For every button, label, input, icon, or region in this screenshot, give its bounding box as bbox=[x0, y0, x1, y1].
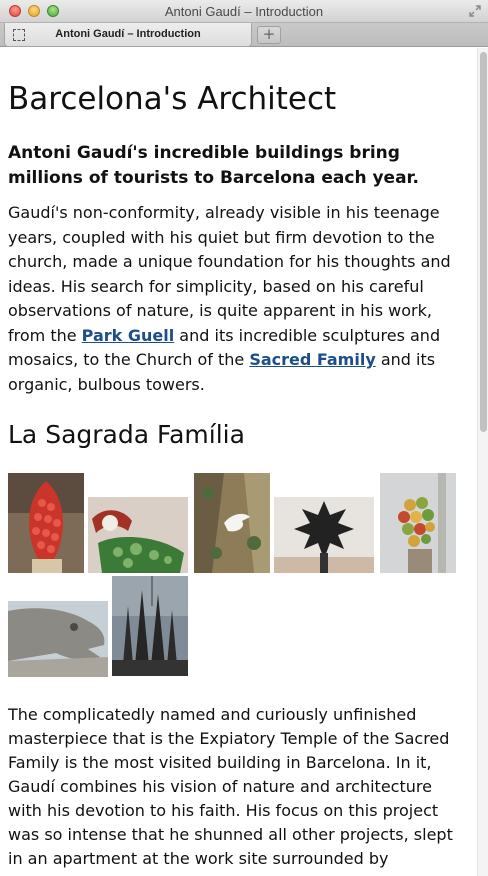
tab-antoni-gaudi[interactable]: Antoni Gaudí – Introduction bbox=[4, 23, 252, 47]
page-title: Barcelona's Architect bbox=[8, 81, 337, 117]
new-tab-button[interactable]: + bbox=[257, 26, 281, 44]
gallery-photo-dove-relief[interactable] bbox=[194, 473, 270, 573]
page-content: Barcelona's Architect Antoni Gaudí's inc… bbox=[8, 48, 470, 871]
sacred-family-link[interactable]: Sacred Family bbox=[249, 350, 375, 369]
sagrada-familia-paragraph: The complicatedly named and curiously un… bbox=[8, 705, 453, 868]
tab-bar: Antoni Gaudí – Introduction + bbox=[0, 23, 488, 47]
gallery-photo-gargoyle[interactable] bbox=[8, 601, 108, 677]
window-titlebar: Antoni Gaudí – Introduction bbox=[0, 0, 488, 23]
intro-paragraph: Gaudí's non-conformity, already visible … bbox=[8, 201, 470, 397]
intro-text-start: Gaudí's non-conformity, already visible … bbox=[8, 203, 451, 345]
photo-gallery bbox=[8, 473, 470, 693]
window-title: Antoni Gaudí – Introduction bbox=[164, 4, 324, 19]
gallery-photo-lizard-mosaic[interactable] bbox=[88, 497, 188, 573]
vertical-scrollbar[interactable] bbox=[477, 48, 488, 876]
section-heading: La Sagrada Família bbox=[8, 420, 245, 449]
scrollbar-thumb[interactable] bbox=[480, 52, 487, 432]
fullscreen-icon[interactable] bbox=[468, 4, 482, 18]
gallery-photo-fruit-spire[interactable] bbox=[8, 473, 84, 573]
gallery-photo-dark-star[interactable] bbox=[274, 497, 374, 573]
park-guell-link[interactable]: Park Guell bbox=[82, 326, 175, 345]
gallery-photo-fruit-pinnacle[interactable] bbox=[380, 473, 456, 573]
tab-label: Antoni Gaudí – Introduction bbox=[55, 28, 201, 40]
gallery-photo-towers[interactable] bbox=[112, 576, 188, 676]
lead-paragraph: Antoni Gaudí's incredible buildings brin… bbox=[8, 143, 419, 188]
